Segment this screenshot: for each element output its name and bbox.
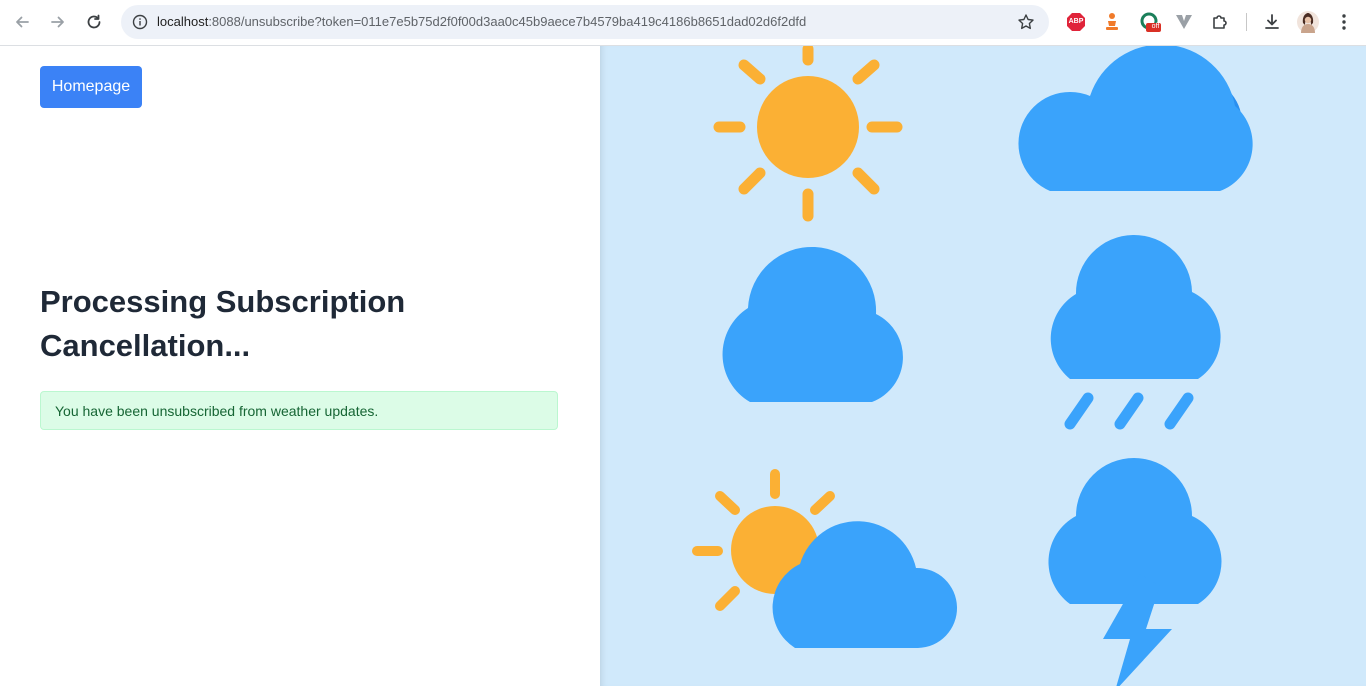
download-icon[interactable] xyxy=(1260,10,1284,34)
page-title: Processing Subscription Cancellation... xyxy=(40,284,406,363)
url-host: localhost xyxy=(157,14,209,29)
address-bar[interactable]: localhost:8088/unsubscribe?token=011e7e5… xyxy=(121,5,1049,39)
profile-avatar[interactable] xyxy=(1296,10,1320,34)
weather-illustration xyxy=(600,46,1366,686)
adblock-label: ABP xyxy=(1068,18,1084,25)
thunder-cloud-icon xyxy=(1048,458,1222,686)
site-info-icon[interactable] xyxy=(129,11,151,33)
off-badge: off xyxy=(1151,23,1160,30)
extension-chess-icon[interactable] xyxy=(1100,10,1124,34)
content-panel: Homepage Processing Subscription Cancell… xyxy=(0,46,600,686)
url-path: :8088/unsubscribe?token=011e7e5b75d2f0f0… xyxy=(208,14,807,29)
extension-v-icon[interactable] xyxy=(1172,10,1196,34)
forward-icon[interactable] xyxy=(44,8,72,36)
menu-icon[interactable] xyxy=(1332,10,1356,34)
cloud-icon xyxy=(722,246,903,402)
adblock-icon[interactable]: ABP xyxy=(1064,10,1088,34)
extension-off-icon[interactable]: off xyxy=(1138,10,1162,34)
extensions-puzzle-icon[interactable] xyxy=(1208,10,1232,34)
sun-icon xyxy=(713,46,903,222)
url-text[interactable]: localhost:8088/unsubscribe?token=011e7e5… xyxy=(157,5,806,39)
reload-icon[interactable] xyxy=(80,8,108,36)
success-alert: You have been unsubscribed from weather … xyxy=(40,391,558,430)
bookmark-star-icon[interactable] xyxy=(1015,11,1037,33)
cloud-icon xyxy=(1018,46,1253,191)
back-icon[interactable] xyxy=(8,8,36,36)
rain-cloud-icon xyxy=(1050,234,1221,430)
browser-toolbar: localhost:8088/unsubscribe?token=011e7e5… xyxy=(0,0,1366,46)
sun-behind-cloud-icon xyxy=(692,469,958,648)
toolbar-divider xyxy=(1246,13,1247,31)
homepage-button[interactable]: Homepage xyxy=(40,66,142,108)
